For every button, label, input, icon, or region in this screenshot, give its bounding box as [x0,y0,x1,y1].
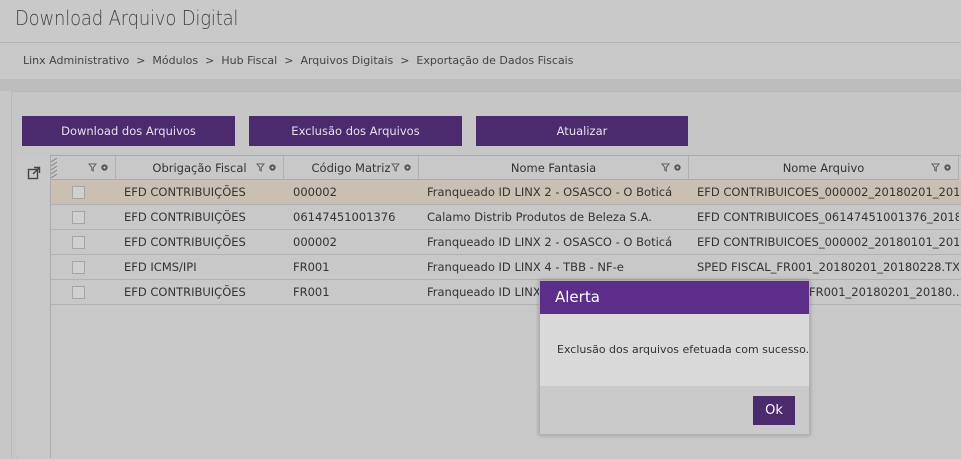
breadcrumb-separator: > [136,54,146,67]
dialog-header: Alerta [540,281,809,314]
table-row[interactable]: EFD CONTRIBUIÇÕES 06147451001376 Calamo … [51,205,961,230]
breadcrumb-separator: > [400,54,410,67]
grid-gutter [16,155,51,458]
column-header-label: Obrigação Fiscal [152,160,247,175]
column-header-select [51,156,116,180]
column-header-obrigacao[interactable]: Obrigação Fiscal [116,156,284,180]
cell-codigo-matriz: 06147451001376 [293,210,396,224]
gear-icon[interactable] [100,163,109,172]
page-title: Download Arquivo Digital [15,6,239,30]
column-header-label: Nome Fantasia [510,160,597,175]
filter-icon[interactable] [391,163,400,172]
table-row[interactable]: EFD CONTRIBUIÇÕES 000002 Franqueado ID L… [51,180,961,205]
cell-nome-fantasia: Calamo Distrib Produtos de Beleza S.A. [427,210,652,224]
cell-nome-arquivo: EFD CONTRIBUICOES_000002_20180201_2018..… [697,185,959,199]
filter-icon[interactable] [931,163,940,172]
cell-obrigacao: EFD CONTRIBUIÇÕES [124,210,246,224]
gear-icon[interactable] [403,163,412,172]
cell-codigo-matriz: FR001 [293,285,330,299]
filter-icon[interactable] [256,163,265,172]
breadcrumb-item-modulos[interactable]: Módulos [152,54,198,67]
cell-nome-fantasia: Franqueado ID LINX 4 - TBB - NF-e [427,260,624,274]
drag-handle-icon[interactable] [51,158,57,178]
breadcrumb-separator: > [205,54,215,67]
filter-icon[interactable] [88,163,97,172]
cell-nome-arquivo: EFD CONTRIBUICOES_000002_20180101_2018..… [697,235,959,249]
column-header-label: Nome Arquivo [782,160,865,175]
external-link-icon[interactable] [27,166,41,180]
dialog-message: Exclusão dos arquivos efetuada com suces… [557,343,810,356]
row-checkbox[interactable] [72,211,85,224]
download-button[interactable]: Download dos Arquivos [22,116,235,146]
breadcrumb-separator: > [284,54,294,67]
ok-button[interactable]: Ok [753,396,795,425]
filter-icon[interactable] [661,163,670,172]
column-header-codigo-matriz[interactable]: Código Matriz [284,156,419,180]
breadcrumb-item-exportacao: Exportação de Dados Fiscais [416,54,574,67]
column-header-nome-fantasia[interactable]: Nome Fantasia [419,156,689,180]
cell-codigo-matriz: FR001 [293,260,330,274]
column-header-nome-arquivo[interactable]: Nome Arquivo [689,156,959,180]
cell-obrigacao: EFD CONTRIBUIÇÕES [124,185,246,199]
cell-codigo-matriz: 000002 [293,235,337,249]
table-row[interactable]: EFD ICMS/IPI FR001 Franqueado ID LINX 4 … [51,255,961,280]
cell-nome-arquivo: SPED FISCAL_FR001_20180201_20180228.TXT [697,260,959,274]
cell-nome-arquivo: EFD CONTRIBUICOES_06147451001376_20180..… [697,210,959,224]
atualizar-button[interactable]: Atualizar [476,116,688,146]
cell-nome-fantasia: Franqueado ID LINX 2 - OSASCO - O Boticá [427,235,673,249]
section-gap [0,79,961,91]
breadcrumb-item-hub-fiscal[interactable]: Hub Fiscal [221,54,277,67]
page-header: Download Arquivo Digital [0,0,961,42]
gear-icon[interactable] [943,163,952,172]
row-checkbox[interactable] [72,186,85,199]
row-checkbox[interactable] [72,286,85,299]
gear-icon[interactable] [268,163,277,172]
breadcrumb: Linx Administrativo > Módulos > Hub Fisc… [0,43,961,79]
alert-dialog: Alerta Exclusão dos arquivos efetuada co… [539,280,810,435]
dialog-body: Exclusão dos arquivos efetuada com suces… [540,314,809,386]
cell-nome-arquivo: FR001_20180201_20180... [809,285,959,299]
exclusao-button[interactable]: Exclusão dos Arquivos [249,116,462,146]
dialog-title: Alerta [555,288,600,306]
table-row[interactable]: EFD CONTRIBUIÇÕES 000002 Franqueado ID L… [51,230,961,255]
cell-obrigacao: EFD CONTRIBUIÇÕES [124,285,246,299]
gear-icon[interactable] [673,163,682,172]
cell-codigo-matriz: 000002 [293,185,337,199]
column-header-label: Código Matriz [311,160,391,175]
table-row[interactable]: EFD CONTRIBUIÇÕES FR001 Franqueado ID LI… [51,280,961,305]
cell-obrigacao: EFD ICMS/IPI [124,260,197,274]
cell-obrigacao: EFD CONTRIBUIÇÕES [124,235,246,249]
breadcrumb-item-arquivos-digitais[interactable]: Arquivos Digitais [300,54,393,67]
row-checkbox[interactable] [72,261,85,274]
breadcrumb-item-linx-administrativo[interactable]: Linx Administrativo [23,54,129,67]
dialog-footer: Ok [540,386,809,434]
row-checkbox[interactable] [72,236,85,249]
cell-nome-fantasia: Franqueado ID LINX 2 - OSASCO - O Boticá [427,185,673,199]
